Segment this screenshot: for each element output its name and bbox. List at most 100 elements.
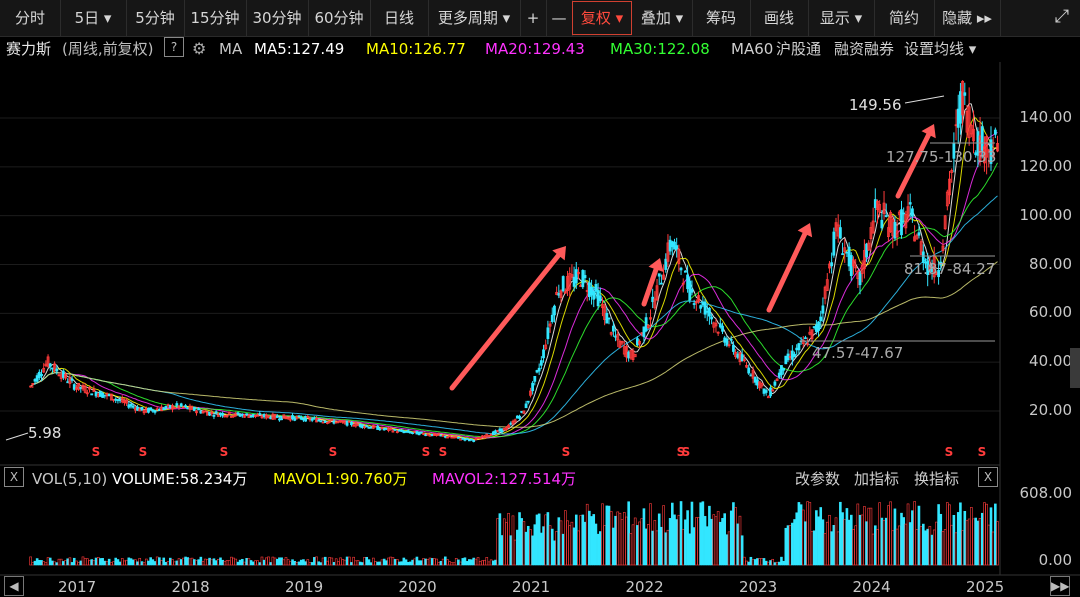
volume-bar <box>633 517 637 566</box>
toolbar-item-15[interactable]: 简约 <box>874 0 935 36</box>
candle-body <box>406 430 410 433</box>
scroll-left-button[interactable]: ◀ <box>4 576 24 596</box>
side-collapse-handle[interactable] <box>1070 348 1080 388</box>
toolbar-item-0[interactable]: 分时 <box>0 0 61 36</box>
volume-bar <box>459 561 462 566</box>
volume-bar <box>666 529 670 566</box>
range-annotation-2: 81.87-84.27 <box>904 260 995 278</box>
volume-bar <box>38 559 41 566</box>
volume-bar <box>444 556 447 566</box>
candle-body <box>900 209 903 236</box>
trend-arrowhead <box>648 258 664 272</box>
help-button[interactable]: ? <box>164 37 184 57</box>
volume-bar <box>847 519 851 566</box>
volume-bar <box>751 559 755 566</box>
candle-body <box>157 408 161 411</box>
gear-icon[interactable]: ⚙ <box>192 37 206 61</box>
toolbar-item-12[interactable]: 筹码 <box>692 0 751 36</box>
toolbar-item-16[interactable]: 隐藏 ▸▸ <box>934 0 1001 36</box>
volume-bar <box>869 507 873 566</box>
volume-bar <box>415 556 419 566</box>
candle-body <box>245 413 249 416</box>
volume-bar <box>671 502 674 566</box>
expand-icon[interactable]: ⤢ <box>1052 7 1072 27</box>
candle-body <box>343 420 347 424</box>
volume-bar <box>649 503 652 566</box>
toolbar-item-6[interactable]: 日线 <box>370 0 429 36</box>
candle-body <box>66 381 70 384</box>
candle-body <box>317 419 321 422</box>
hsgt-button[interactable]: 沪股通 <box>776 37 821 61</box>
volume-tick-label: 0.00 <box>1038 551 1072 569</box>
volume-bar <box>232 557 235 566</box>
volume-bar <box>568 525 572 566</box>
ma10-line <box>30 117 998 440</box>
candle-body <box>304 415 308 422</box>
volume-bar <box>675 519 678 566</box>
toolbar-item-2[interactable]: 5分钟 <box>126 0 185 36</box>
toolbar-item-14[interactable]: 显示 ▾ <box>808 0 875 36</box>
toolbar-item-5[interactable]: 60分钟 <box>308 0 371 36</box>
add-indicator-button[interactable]: 加指标 <box>854 467 899 491</box>
candle-body <box>164 406 168 409</box>
candle-body <box>614 335 617 338</box>
candle-body <box>673 241 676 250</box>
volume-bar <box>773 562 777 566</box>
volume-bar <box>980 512 984 566</box>
volume-bar <box>450 562 454 566</box>
toolbar-item-10[interactable]: 复权 ▾ <box>572 1 632 35</box>
candle-body <box>42 368 46 373</box>
candle-body <box>103 394 107 397</box>
candle-body <box>234 412 238 417</box>
volume-bar <box>382 558 386 566</box>
candle-body <box>823 286 827 299</box>
volume-bar <box>978 518 982 566</box>
candle-body <box>328 420 332 423</box>
volume-bar <box>193 559 196 566</box>
volume-bar <box>158 557 161 566</box>
scroll-right-button[interactable]: ▶▶ <box>1050 576 1070 596</box>
switch-indicator-button[interactable]: 换指标 <box>914 467 959 491</box>
toolbar-item-7[interactable]: 更多周期 ▾ <box>428 0 521 36</box>
candle-body <box>708 307 711 317</box>
close-indicator-button[interactable]: X <box>978 467 998 487</box>
volume-bar <box>225 560 229 566</box>
candle-body <box>642 326 646 338</box>
volume-bar <box>341 559 345 566</box>
candle-body <box>256 414 260 417</box>
ma-settings-dropdown[interactable]: 设置均线 ▾ <box>904 37 976 61</box>
candle-body <box>138 408 142 412</box>
candle-body <box>972 128 975 142</box>
candle-body <box>845 251 849 254</box>
volume-bar <box>500 535 504 566</box>
candle-body <box>461 437 465 440</box>
toolbar-item-9[interactable]: — <box>546 0 573 36</box>
candle-body <box>913 236 916 242</box>
margin-button[interactable]: 融资融券 <box>834 37 894 61</box>
candle-body <box>179 403 183 407</box>
volume-bar <box>452 562 456 566</box>
toolbar-item-8[interactable]: + <box>520 0 547 36</box>
toolbar-item-13[interactable]: 画线 <box>750 0 809 36</box>
candle-body <box>749 374 753 377</box>
toolbar-item-11[interactable]: 叠加 ▾ <box>632 0 693 36</box>
volume-bar <box>448 561 451 566</box>
candle-body <box>531 382 535 392</box>
candle-body <box>321 421 325 424</box>
toolbar-item-1[interactable]: 5日 ▾ <box>60 0 127 36</box>
candle-body <box>515 415 519 419</box>
candle-body <box>505 426 508 431</box>
y-tick-label: 140.00 <box>1019 108 1073 126</box>
toolbar-item-3[interactable]: 15分钟 <box>184 0 247 36</box>
toolbar-item-4[interactable]: 30分钟 <box>246 0 309 36</box>
candle-body <box>987 149 991 152</box>
volume-bar <box>884 517 888 566</box>
candle-body <box>140 406 144 411</box>
volume-bar <box>753 559 757 566</box>
volume-bar <box>810 531 814 566</box>
close-volume-button[interactable]: X <box>4 467 24 487</box>
candle-body <box>640 332 644 335</box>
change-params-button[interactable]: 改参数 <box>795 467 840 491</box>
candle-body <box>369 426 373 429</box>
volume-bar <box>686 510 689 566</box>
